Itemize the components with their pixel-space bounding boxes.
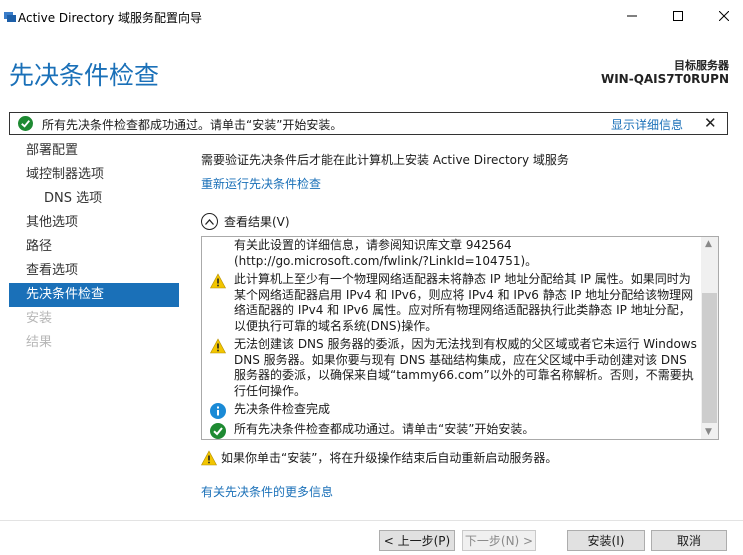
results-viewport: 有关此设置的详细信息，请参阅知识库文章 942564 (http://go.mi… — [202, 237, 702, 439]
window-title: Active Directory 域服务配置向导 — [18, 11, 203, 25]
warning-icon — [210, 338, 226, 354]
view-results-toggle[interactable]: 查看结果(V) — [201, 213, 290, 230]
title-bar: Active Directory 域服务配置向导 — [0, 0, 743, 32]
more-info-link[interactable]: 有关先决条件的更多信息 — [201, 483, 333, 500]
page-header: 先决条件检查 目标服务器 WIN-QAIS7T0RUPN — [0, 32, 743, 108]
banner-close-icon[interactable]: ✕ — [704, 114, 717, 132]
view-results-label: 查看结果(V) — [224, 215, 290, 229]
close-button[interactable] — [701, 0, 743, 32]
warning-icon — [201, 449, 217, 465]
show-details-link[interactable]: 显示详细信息 — [611, 116, 683, 133]
success-check-icon — [210, 423, 226, 439]
result-text: 所有先决条件检查都成功通过。请单击“安装”开始安装。 — [234, 422, 535, 436]
nav-item-prerequisites-check[interactable]: 先决条件检查 — [9, 283, 179, 307]
footer-divider — [0, 520, 743, 521]
chevron-up-icon — [201, 213, 218, 230]
install-button[interactable]: 安装(I) — [567, 530, 645, 551]
nav-item-installation: 安装 — [26, 311, 53, 326]
nav-item-dns-options[interactable]: DNS 选项 — [9, 187, 179, 211]
info-icon — [210, 403, 226, 419]
scroll-down-icon[interactable]: ▼ — [705, 427, 712, 437]
close-icon — [719, 11, 729, 21]
nav-item-paths[interactable]: 路径 — [9, 235, 179, 259]
nav-item-dc-options[interactable]: 域控制器选项 — [9, 163, 179, 187]
page-title: 先决条件检查 — [9, 61, 160, 90]
maximize-button[interactable] — [655, 0, 701, 32]
restart-warning-text: 如果你单击“安装”，将在升级操作结束后自动重新启动服务器。 — [221, 451, 558, 465]
previous-button[interactable]: < 上一步(P) — [379, 530, 455, 551]
server-manager-icon — [4, 12, 16, 22]
target-server-label: 目标服务器 — [674, 59, 729, 72]
nav-item-deployment-config[interactable]: 部署配置 — [9, 139, 179, 163]
scroll-up-icon[interactable]: ▲ — [705, 239, 712, 249]
banner-text: 所有先决条件检查都成功通过。请单击“安装”开始安装。 — [42, 118, 343, 132]
success-check-icon — [18, 116, 33, 131]
wizard-nav: 部署配置 域控制器选项 DNS 选项 其他选项 路径 查看选项 先决条件检查 安… — [9, 139, 179, 355]
target-server-name: WIN-QAIS7T0RUPN — [600, 72, 729, 86]
result-text: 此计算机上至少有一个物理网络适配器未将静态 IP 地址分配给其 IP 属性。如果… — [234, 272, 694, 333]
minimize-button[interactable] — [609, 0, 655, 32]
result-text: 有关此设置的详细信息，请参阅知识库文章 942564 (http://go.mi… — [234, 238, 538, 268]
results-scrollbar[interactable]: ▲ ▼ — [701, 237, 718, 439]
cancel-button[interactable]: 取消 — [651, 530, 727, 551]
rerun-prerequisites-link[interactable]: 重新运行先决条件检查 — [201, 175, 321, 192]
nav-item-review-options[interactable]: 查看选项 — [9, 259, 179, 283]
result-text: 先决条件检查完成 — [234, 402, 331, 416]
result-text: 无法创建该 DNS 服务器的委派，因为无法找到有权威的父区域或者它未运行 Win… — [234, 337, 697, 398]
restart-warning: 如果你单击“安装”，将在升级操作结束后自动重新启动服务器。 — [201, 449, 557, 466]
warning-icon — [210, 273, 226, 289]
nav-item-other-options[interactable]: 其他选项 — [9, 211, 179, 235]
status-banner: 所有先决条件检查都成功通过。请单击“安装”开始安装。 显示详细信息 ✕ — [9, 112, 728, 135]
scrollbar-thumb[interactable] — [702, 293, 717, 423]
nav-item-results: 结果 — [26, 335, 53, 350]
maximize-icon — [673, 11, 683, 21]
minimize-icon — [627, 15, 637, 17]
intro-text: 需要验证先决条件后才能在此计算机上安装 Active Directory 域服务 — [201, 153, 569, 167]
results-list[interactable]: 有关此设置的详细信息，请参阅知识库文章 942564 (http://go.mi… — [201, 236, 719, 440]
next-button: 下一步(N) > — [462, 530, 536, 551]
